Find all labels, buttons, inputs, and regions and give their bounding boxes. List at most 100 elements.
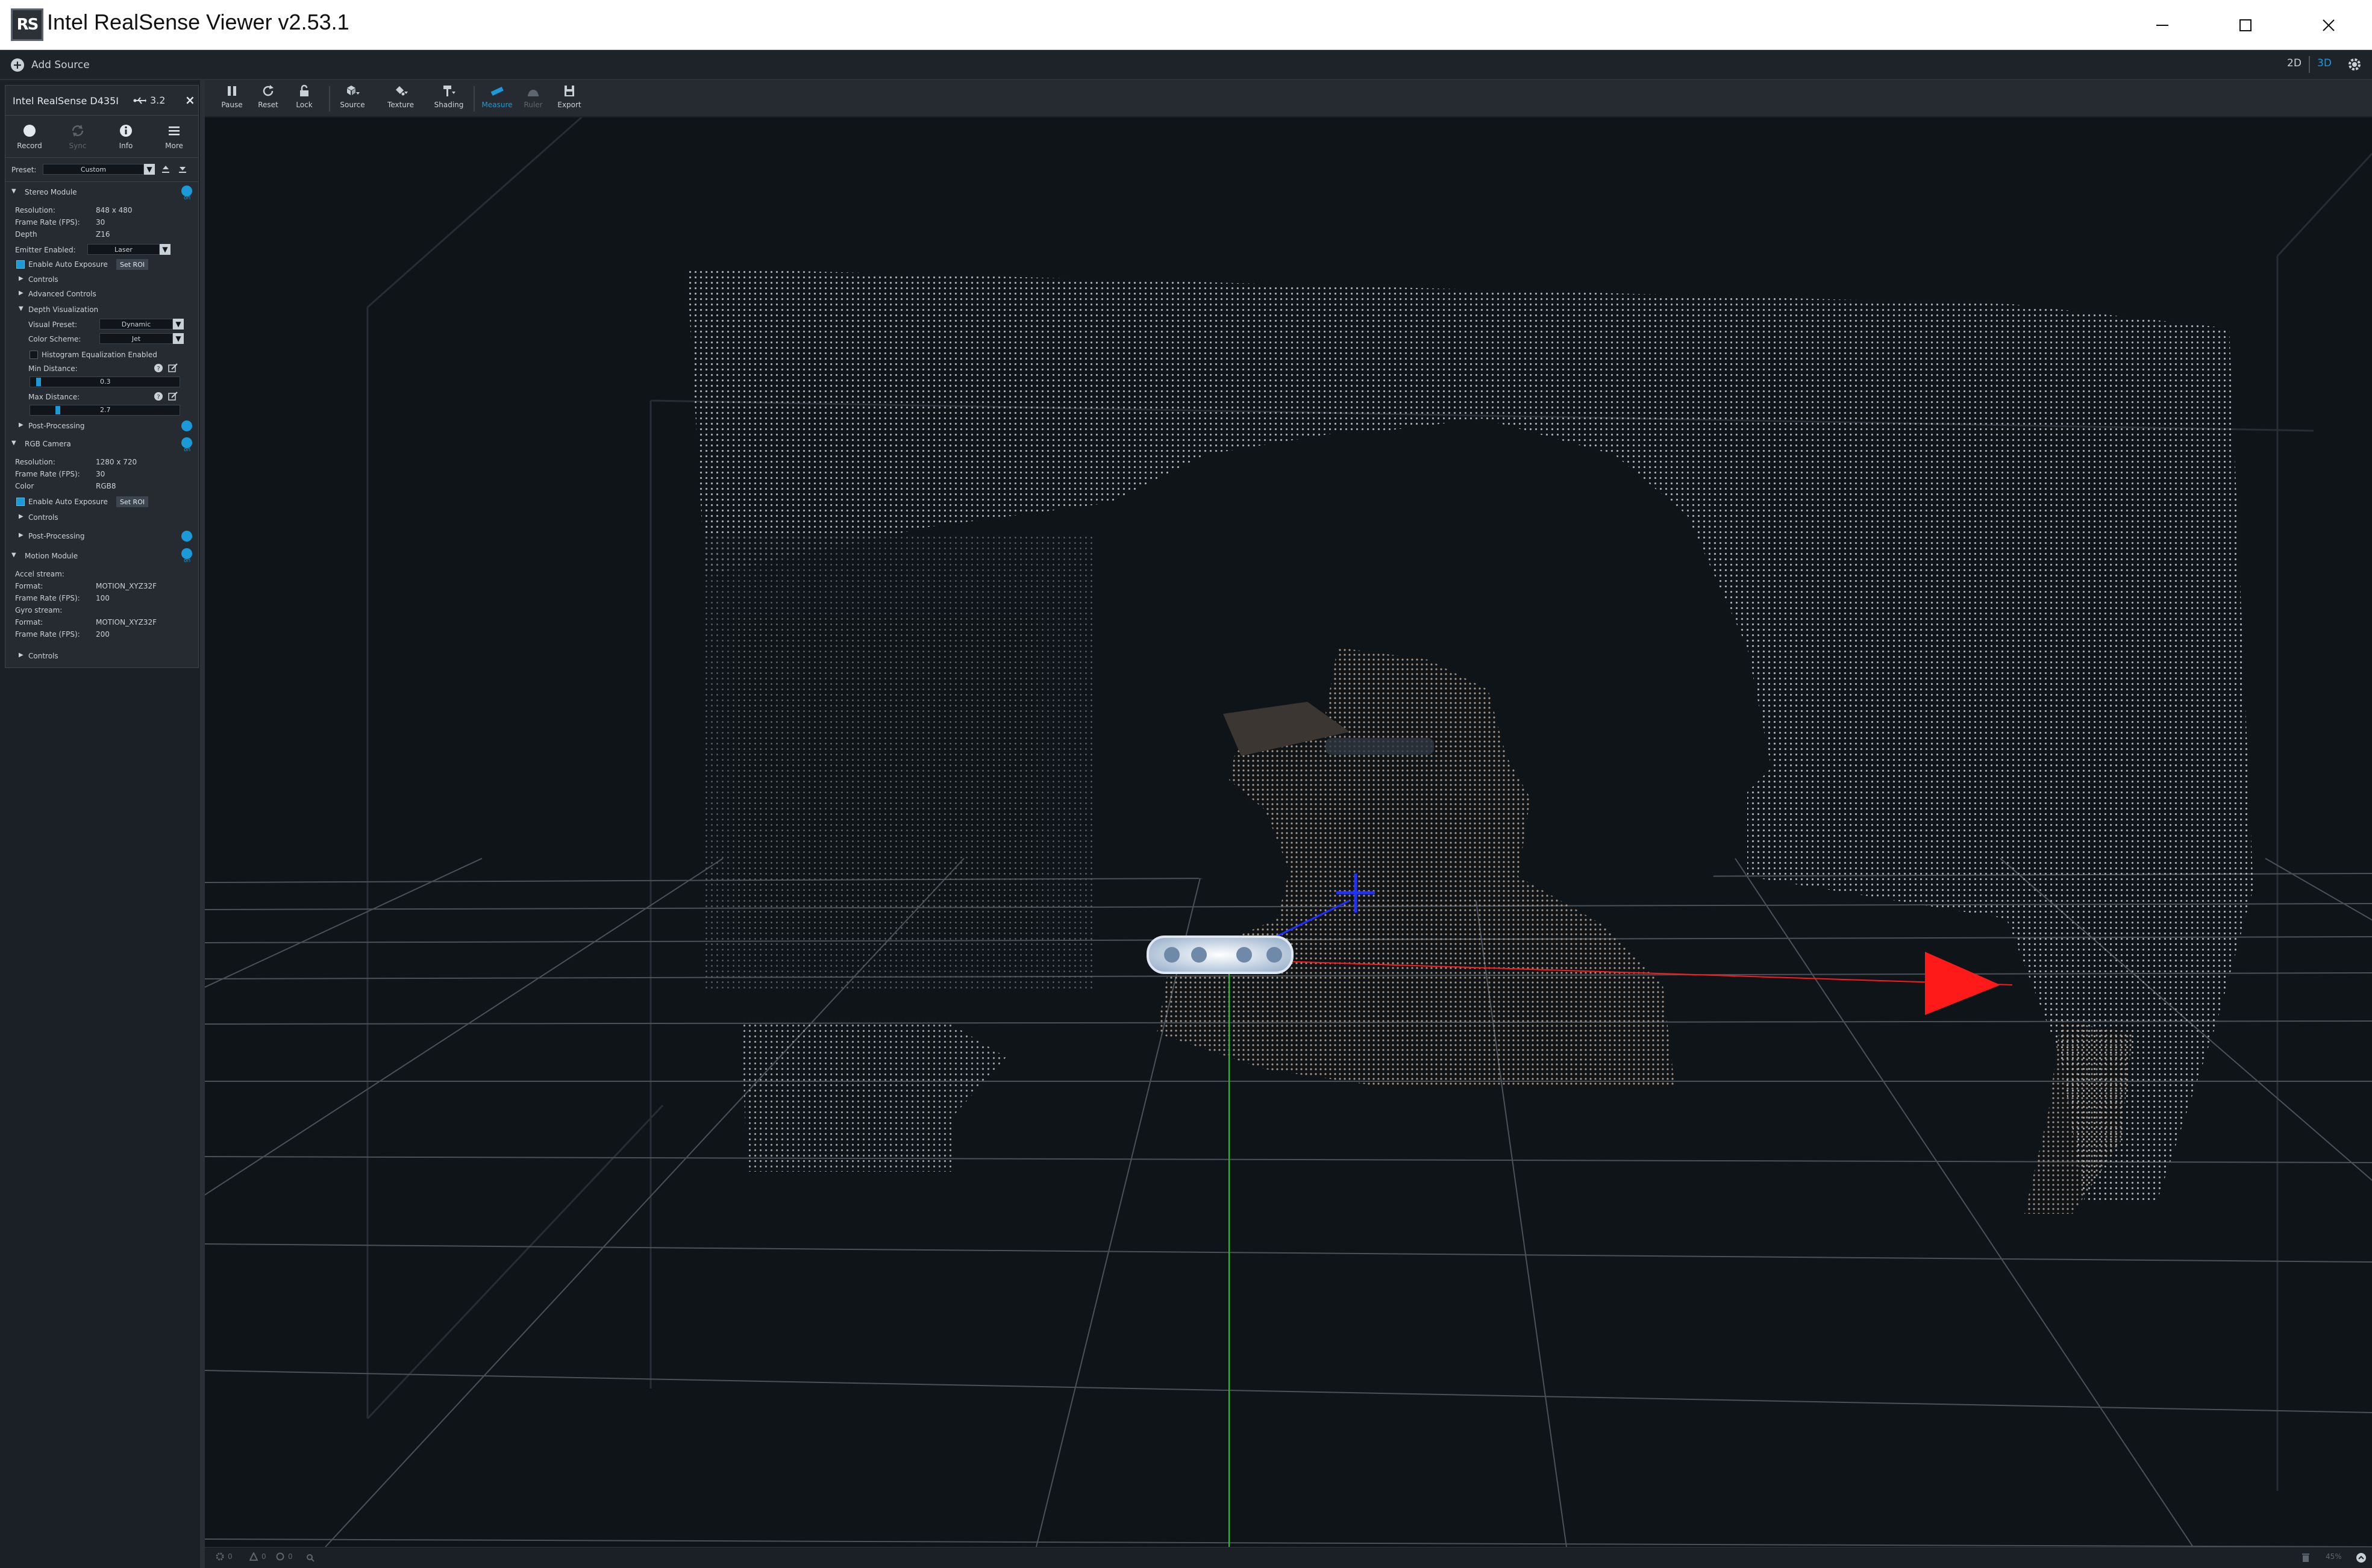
3d-viewport[interactable] <box>205 117 2372 1547</box>
gyro-fps-value[interactable]: 200 <box>96 630 110 639</box>
stereo-depth-value[interactable]: Z16 <box>96 230 110 239</box>
rgb-set-roi-button[interactable]: Set ROI <box>116 496 149 507</box>
motion-collapse-icon[interactable]: ▼ <box>11 552 16 558</box>
color-scheme-select[interactable]: Jet <box>99 333 173 344</box>
sync-icon <box>72 124 84 137</box>
view-3d-toggle[interactable]: 3D <box>2317 57 2332 69</box>
status-errors-count: 0 <box>288 1552 293 1561</box>
menu-icon <box>169 126 180 135</box>
edit-icon[interactable] <box>168 363 178 373</box>
stereo-depth-label: Depth <box>15 230 37 239</box>
visual-preset-dropdown-arrow[interactable]: ▼ <box>173 319 184 330</box>
rgb-resolution-value[interactable]: 1280 x 720 <box>96 458 137 466</box>
visual-preset-select[interactable]: Dynamic <box>99 319 173 330</box>
lock-button[interactable]: Lock <box>283 84 325 109</box>
info-icon <box>120 124 132 137</box>
chevron-up-icon[interactable] <box>2356 1552 2367 1563</box>
info-button[interactable]: Info <box>102 116 150 157</box>
sync-button[interactable]: Sync <box>54 116 102 157</box>
rgb-post-toggle[interactable] <box>181 531 192 542</box>
source-button[interactable]: Source <box>331 84 374 109</box>
emitter-dropdown-arrow[interactable]: ▼ <box>160 244 171 255</box>
depth-vis-collapse-icon[interactable]: ▼ <box>19 305 23 312</box>
minimize-button[interactable] <box>2121 0 2204 50</box>
help-icon[interactable]: ? <box>154 392 163 401</box>
pause-label: Pause <box>221 101 243 109</box>
histogram-label: Histogram Equalization Enabled <box>42 351 157 359</box>
rgb-controls-expand-icon[interactable]: ▶ <box>19 513 23 520</box>
gyro-format-value[interactable]: MOTION_XYZ32F <box>96 618 157 626</box>
plus-icon: + <box>11 58 24 72</box>
stereo-fps-value[interactable]: 30 <box>96 218 105 226</box>
min-distance-thumb[interactable] <box>36 378 41 386</box>
rgb-color-label: Color <box>15 482 34 490</box>
max-distance-thumb[interactable] <box>55 406 60 414</box>
stereo-controls-expand-icon[interactable]: ▶ <box>19 275 23 282</box>
shading-button[interactable]: Shading <box>428 84 470 109</box>
record-button[interactable]: Record <box>5 116 54 157</box>
color-scheme-dropdown-arrow[interactable]: ▼ <box>173 333 184 344</box>
histogram-checkbox[interactable] <box>30 351 38 359</box>
status-settings[interactable]: 0 <box>216 1552 233 1561</box>
status-warnings[interactable]: 0 <box>249 1552 266 1561</box>
trash-icon[interactable] <box>2302 1553 2310 1563</box>
min-distance-slider[interactable]: 0.3 <box>30 376 180 387</box>
download-icon[interactable] <box>178 164 187 174</box>
rgb-post-processing[interactable]: Post-Processing <box>28 532 85 540</box>
advanced-controls-expand-icon[interactable]: ▶ <box>19 290 23 296</box>
more-button[interactable]: More <box>150 116 198 157</box>
stereo-collapse-icon[interactable]: ▼ <box>11 188 16 195</box>
search-icon[interactable] <box>306 1554 314 1562</box>
motion-controls[interactable]: Controls <box>28 652 58 660</box>
upload-icon[interactable] <box>161 164 171 174</box>
rgb-resolution-label: Resolution: <box>15 458 55 466</box>
rgb-post-expand-icon[interactable]: ▶ <box>19 532 23 539</box>
preset-dropdown-arrow[interactable]: ▼ <box>144 164 155 175</box>
motion-controls-expand-icon[interactable]: ▶ <box>19 652 23 658</box>
error-icon <box>276 1552 284 1561</box>
emitter-select[interactable]: Laser <box>87 244 160 255</box>
status-settings-count: 0 <box>228 1552 233 1561</box>
rgb-color-value[interactable]: RGB8 <box>96 482 116 490</box>
stereo-resolution-value[interactable]: 848 x 480 <box>96 206 133 214</box>
maximize-button[interactable] <box>2204 0 2287 50</box>
stereo-controls[interactable]: Controls <box>28 275 58 284</box>
rgb-auto-exposure-checkbox[interactable] <box>16 498 25 506</box>
advanced-controls[interactable]: Advanced Controls <box>28 290 96 298</box>
info-label: Info <box>119 141 133 150</box>
remove-device-button[interactable]: × <box>185 93 195 107</box>
stereo-post-processing[interactable]: Post-Processing <box>28 422 85 430</box>
help-icon[interactable]: ? <box>154 363 163 373</box>
view-2d-toggle[interactable]: 2D <box>2287 57 2302 69</box>
device-name: Intel RealSense D435I <box>13 95 119 107</box>
toolbar-divider <box>474 86 475 111</box>
preset-select[interactable]: Custom <box>43 164 144 175</box>
rgb-controls[interactable]: Controls <box>28 513 58 522</box>
measure-label: Measure <box>481 101 513 109</box>
stereo-post-toggle[interactable] <box>181 420 192 431</box>
edit-icon[interactable] <box>168 392 178 401</box>
status-errors[interactable]: 0 <box>276 1552 293 1561</box>
motion-toggle-label: on <box>184 558 191 564</box>
status-percentage: 45% <box>2326 1552 2342 1561</box>
reset-label: Reset <box>258 101 278 109</box>
x-axis-arrow-icon <box>1925 952 2000 1015</box>
settings-gear-icon[interactable] <box>2346 56 2363 73</box>
stereo-post-expand-icon[interactable]: ▶ <box>19 422 23 428</box>
close-window-button[interactable] <box>2287 0 2370 50</box>
glasses <box>1325 738 1434 755</box>
depth-visualization[interactable]: Depth Visualization <box>28 305 98 314</box>
device-panel: Intel RealSense D435I 3.2 × Record Sync <box>0 80 205 1568</box>
accel-format-value[interactable]: MOTION_XYZ32F <box>96 582 157 590</box>
rgb-fps-value[interactable]: 30 <box>96 470 105 478</box>
export-button[interactable]: Export <box>548 84 590 109</box>
stereo-auto-exposure-checkbox[interactable] <box>16 260 25 269</box>
accel-fps-value[interactable]: 100 <box>96 594 110 602</box>
rgb-collapse-icon[interactable]: ▼ <box>11 440 16 446</box>
max-distance-value: 2.7 <box>100 406 111 414</box>
max-distance-slider[interactable]: 2.7 <box>30 405 180 416</box>
add-source-button[interactable]: + Add Source <box>11 55 90 75</box>
stereo-set-roi-button[interactable]: Set ROI <box>116 259 149 270</box>
texture-button[interactable]: Texture <box>380 84 422 109</box>
export-icon <box>565 86 574 96</box>
